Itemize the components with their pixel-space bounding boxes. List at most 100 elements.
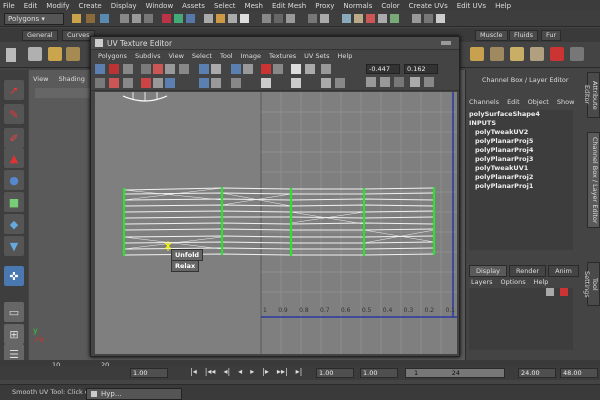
shelf-icon[interactable] — [490, 47, 504, 61]
shelf-icon[interactable] — [550, 47, 564, 61]
checker-icon[interactable] — [291, 64, 301, 74]
shelf-icon[interactable] — [530, 47, 544, 61]
relax-menu-item[interactable]: Relax — [171, 260, 200, 272]
manipulator-icon[interactable]: ◆ — [4, 214, 24, 234]
uv-tool-icon[interactable] — [366, 77, 376, 87]
shelf-tab-general[interactable]: General — [22, 30, 58, 41]
uv-tool-icon[interactable] — [141, 78, 151, 88]
new-layer-selected-icon[interactable] — [560, 288, 568, 296]
shelf-icon[interactable] — [66, 47, 80, 61]
step-forward-icon[interactable]: |▸ — [262, 367, 269, 376]
uv-tool-icon[interactable] — [199, 78, 209, 88]
move-tool-icon[interactable]: ▲ — [4, 148, 24, 168]
uv-tool-icon[interactable] — [109, 78, 119, 88]
layer-tab-anim[interactable]: Anim — [548, 265, 579, 277]
input-node[interactable]: polyPlanarProj4 — [469, 146, 573, 155]
uv-menu-select[interactable]: Select — [192, 52, 212, 60]
layout-single-icon[interactable]: ▭ — [4, 302, 24, 322]
shelf-tab-fluids[interactable]: Fluids — [509, 30, 538, 41]
range-slider-bar[interactable]: 1 24 — [405, 368, 505, 378]
shelf-icon[interactable] — [6, 48, 16, 62]
channel-box-side-tab[interactable]: Channel Box / Layer Editor — [587, 132, 600, 228]
panel-menu-shading[interactable]: Shading — [58, 75, 84, 83]
uv-menu-view[interactable]: View — [168, 52, 183, 60]
go-to-end-icon[interactable]: ▸| — [296, 367, 303, 376]
go-to-start-icon[interactable]: |◂ — [190, 367, 197, 376]
mode-dropdown[interactable]: Polygons ▾ — [4, 13, 64, 25]
uv-tool-icon[interactable] — [211, 78, 221, 88]
uv-menu-textures[interactable]: Textures — [269, 52, 296, 60]
shelf-icon[interactable] — [48, 47, 62, 61]
minimized-hypershade-window[interactable]: Hyp... — [86, 388, 182, 400]
uv-tool-icon[interactable] — [123, 64, 133, 74]
uv-tool-icon[interactable] — [335, 78, 345, 88]
uv-menu-polygons[interactable]: Polygons — [98, 52, 127, 60]
shelf-tab-fur[interactable]: Fur — [541, 30, 562, 41]
menu-edit-uvs[interactable]: Edit UVs — [457, 2, 486, 10]
uv-tool-icon[interactable] — [424, 77, 434, 87]
menu-normals[interactable]: Normals — [343, 2, 372, 10]
uv-menu-tool[interactable]: Tool — [220, 52, 233, 60]
select-tool-icon[interactable]: ➚ — [4, 80, 24, 100]
shelf-icon[interactable] — [570, 47, 584, 61]
input-node[interactable]: polyPlanarProj1 — [469, 182, 573, 191]
layer-tab-render[interactable]: Render — [508, 265, 547, 277]
menu-color[interactable]: Color — [381, 2, 399, 10]
menu-window[interactable]: Window — [146, 2, 174, 10]
shelf-icon[interactable] — [470, 47, 484, 61]
menu-file[interactable]: File — [3, 2, 15, 10]
layout-four-icon[interactable]: ⊞ — [4, 324, 24, 344]
step-back-icon[interactable]: ◂| — [223, 367, 230, 376]
uv-tool-icon[interactable] — [261, 64, 271, 74]
uv-tool-icon[interactable] — [305, 64, 315, 74]
menu-create-uvs[interactable]: Create UVs — [409, 2, 448, 10]
uv-tool-icon[interactable] — [165, 64, 175, 74]
uv-menu-uv-sets[interactable]: UV Sets — [304, 52, 329, 60]
uv-tool-icon[interactable] — [141, 64, 151, 74]
uv-tool-icon[interactable] — [199, 64, 209, 74]
uv-tool-icon[interactable] — [165, 78, 175, 88]
cb-menu-object[interactable]: Object — [528, 98, 549, 106]
play-backwards-icon[interactable]: ◂ — [238, 367, 242, 376]
layer-menu-layers[interactable]: Layers — [471, 278, 493, 286]
uv-tool-icon[interactable] — [211, 64, 221, 74]
cb-menu-edit[interactable]: Edit — [507, 98, 520, 106]
playback-start-field[interactable]: 1.00 — [360, 368, 398, 378]
uv-tool-icon[interactable] — [243, 64, 253, 74]
uv-tool-icon[interactable] — [321, 78, 331, 88]
menu-edit[interactable]: Edit — [24, 2, 38, 10]
step-forward-key-icon[interactable]: ▸▸| — [277, 367, 288, 376]
minimize-icon[interactable] — [441, 41, 451, 45]
soft-mod-icon[interactable]: ▼ — [4, 236, 24, 256]
uv-tool-icon[interactable] — [231, 64, 241, 74]
uv-texture-editor-window[interactable]: UV Texture Editor Polygons Subdivs View … — [90, 36, 460, 357]
last-tool-icon[interactable]: ✜ — [4, 266, 24, 286]
new-layer-icon[interactable] — [546, 288, 554, 296]
uv-tool-icon[interactable] — [321, 64, 331, 74]
rotate-tool-icon[interactable]: ● — [4, 170, 24, 190]
uv-tool-icon[interactable] — [109, 64, 119, 74]
uv-menu-subdivs[interactable]: Subdivs — [135, 52, 161, 60]
uv-tool-icon[interactable] — [380, 77, 390, 87]
layer-tab-display[interactable]: Display — [469, 265, 507, 277]
attribute-editor-side-tab[interactable]: Attribute Editor — [583, 72, 600, 118]
playback-end-field[interactable]: 48.00 — [560, 368, 598, 378]
uv-menu-image[interactable]: Image — [241, 52, 261, 60]
range-end-field[interactable]: 24.00 — [518, 368, 556, 378]
uv-tool-icon[interactable] — [410, 77, 420, 87]
menu-select[interactable]: Select — [214, 2, 236, 10]
shape-node-name[interactable]: polySurfaceShape4 — [469, 110, 573, 119]
menu-display[interactable]: Display — [111, 2, 137, 10]
layer-menu-options[interactable]: Options — [501, 278, 526, 286]
menu-create[interactable]: Create — [78, 2, 101, 10]
range-start-field[interactable]: 1.00 — [316, 368, 354, 378]
uv-tool-icon[interactable] — [153, 64, 163, 74]
uv-editor-canvas[interactable]: 1 0.9 0.8 0.7 0.6 0.5 0.4 0.3 0.2 0.1 Un… — [95, 92, 457, 354]
uv-tool-icon[interactable] — [153, 78, 163, 88]
cb-menu-show[interactable]: Show — [557, 98, 575, 106]
step-back-key-icon[interactable]: |◂◂ — [205, 367, 216, 376]
menu-mesh[interactable]: Mesh — [245, 2, 263, 10]
menu-proxy[interactable]: Proxy — [315, 2, 334, 10]
uv-tool-icon[interactable] — [95, 78, 105, 88]
menu-help[interactable]: Help — [495, 2, 511, 10]
